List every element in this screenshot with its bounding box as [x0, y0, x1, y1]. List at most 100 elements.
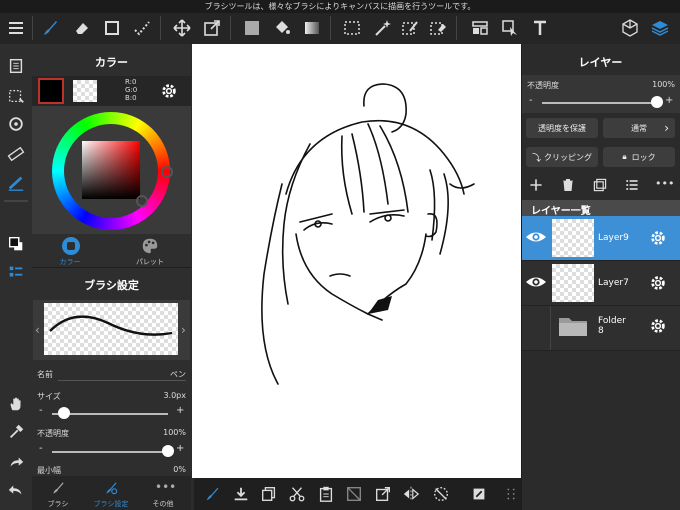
gradient-tool-icon[interactable]: [300, 15, 324, 41]
clipping-label: クリッピング: [544, 152, 592, 162]
snap-brush-icon[interactable]: [4, 171, 28, 195]
layer-opacity-decrease-button[interactable]: -: [529, 95, 533, 106]
select-eraser-icon[interactable]: [426, 15, 450, 41]
eye-visibility-icon[interactable]: [525, 273, 547, 291]
add-layer-icon[interactable]: [528, 177, 544, 193]
undo-icon[interactable]: [4, 478, 28, 502]
green-value: G:0: [125, 86, 138, 94]
transform-tool-icon[interactable]: [200, 15, 224, 41]
secondary-color-swatch[interactable]: [73, 80, 97, 102]
size-value: 3.0px: [163, 391, 186, 400]
brush-tab-icon[interactable]: [50, 480, 66, 496]
blend-mode-label: 通常: [631, 123, 647, 133]
redo-icon[interactable]: [4, 450, 28, 474]
copy-icon[interactable]: [256, 482, 282, 506]
select-layer-icon[interactable]: [498, 15, 522, 41]
brush-opacity-label: 不透明度: [37, 429, 69, 438]
transform-icon[interactable]: [370, 482, 396, 506]
dotted-brush-icon[interactable]: [130, 15, 154, 41]
selection-list-icon[interactable]: [4, 84, 28, 108]
brush-tab-label[interactable]: ブラシ: [38, 499, 78, 509]
layer-opacity-value: 100%: [652, 80, 675, 89]
cut-icon[interactable]: [284, 482, 310, 506]
move-tool-icon[interactable]: [170, 15, 194, 41]
brush-opacity-value: 100%: [163, 428, 186, 437]
select-pen-icon[interactable]: [398, 15, 422, 41]
prev-brush-chevron-icon[interactable]: ‹: [35, 323, 40, 337]
color-picker-knob[interactable]: [136, 195, 148, 207]
brush-tool-icon[interactable]: [38, 15, 62, 41]
page-icon[interactable]: [4, 54, 28, 78]
brush-opacity-slider-knob[interactable]: [162, 445, 174, 457]
layers-toggle-icon[interactable]: [648, 15, 672, 41]
brush-opacity-slider-track[interactable]: [52, 451, 168, 453]
opacity-increase-button[interactable]: +: [176, 443, 184, 454]
material-icon[interactable]: [618, 15, 642, 41]
folder-name: Folder 8: [598, 316, 626, 336]
blue-value: B:0: [125, 94, 137, 102]
eraser-tool-icon[interactable]: [70, 15, 94, 41]
layer-opacity-increase-button[interactable]: +: [665, 95, 673, 106]
next-brush-chevron-icon[interactable]: ›: [181, 323, 186, 337]
select-tool-icon[interactable]: [340, 15, 364, 41]
layer-list-menu-icon[interactable]: [624, 177, 640, 193]
magic-wand-icon[interactable]: [370, 15, 394, 41]
palette-tab-label[interactable]: パレット: [122, 257, 178, 267]
shape-tool-icon[interactable]: [100, 15, 124, 41]
layer-opacity-slider-knob[interactable]: [651, 96, 663, 108]
color-tab-icon[interactable]: [62, 237, 80, 255]
more-tab-icon[interactable]: •••: [155, 480, 176, 496]
ruler-icon[interactable]: [4, 142, 28, 166]
eyedropper-icon[interactable]: [4, 420, 28, 444]
color-swap-icon[interactable]: [4, 232, 28, 256]
rotate-icon[interactable]: [4, 112, 28, 136]
clear-icon[interactable]: [341, 482, 367, 506]
blend-mode-button[interactable]: 通常 ›: [603, 118, 675, 138]
layer-settings-gear-icon[interactable]: [649, 274, 667, 292]
layer-opacity-slider-track[interactable]: [542, 102, 657, 104]
divider: [550, 306, 551, 350]
text-tool-icon[interactable]: [528, 15, 552, 41]
hue-picker-knob[interactable]: [161, 166, 173, 178]
hand-tool-icon[interactable]: [4, 392, 28, 416]
brush-eraser-toggle-icon[interactable]: [200, 482, 226, 506]
eye-visibility-icon[interactable]: [525, 228, 547, 246]
duplicate-layer-icon[interactable]: [592, 177, 608, 193]
color-settings-gear-icon[interactable]: [160, 82, 178, 100]
clipping-button[interactable]: ⤵ クリッピング: [526, 147, 598, 167]
layer-settings-gear-icon[interactable]: [649, 229, 667, 247]
lock-button[interactable]: 🔒︎ ロック: [603, 147, 675, 167]
size-slider-knob[interactable]: [57, 407, 70, 419]
fill-color-icon[interactable]: [240, 15, 264, 41]
color-tab-label[interactable]: カラー: [42, 257, 98, 267]
layer-list-icon[interactable]: [4, 260, 28, 284]
size-decrease-button[interactable]: -: [39, 405, 43, 416]
menu-icon[interactable]: [4, 15, 28, 41]
saturation-value-square[interactable]: [82, 141, 140, 199]
primary-color-swatch[interactable]: [38, 78, 64, 104]
more-options-icon[interactable]: •••: [655, 178, 674, 191]
folder-settings-gear-icon[interactable]: [649, 317, 667, 335]
panel-layout-icon[interactable]: [468, 15, 492, 41]
download-icon[interactable]: [228, 482, 254, 506]
delete-layer-icon[interactable]: [560, 177, 576, 193]
size-increase-button[interactable]: +: [176, 405, 184, 416]
palette-tab-icon[interactable]: [141, 237, 159, 255]
paste-icon[interactable]: [313, 482, 339, 506]
flip-icon[interactable]: [398, 482, 424, 506]
bucket-tool-icon[interactable]: [270, 15, 294, 41]
layer-thumbnail: [552, 264, 594, 302]
brush-settings-tab-icon[interactable]: [103, 480, 119, 496]
other-tab-label[interactable]: その他: [143, 499, 183, 509]
brush-name-value[interactable]: ペン: [140, 369, 186, 380]
drawing-canvas[interactable]: [192, 44, 521, 478]
fill-layer-icon[interactable]: [466, 482, 492, 506]
min-width-value: 0%: [173, 465, 186, 474]
divider: [456, 16, 457, 40]
brush-settings-tab-label[interactable]: ブラシ設定: [88, 499, 134, 509]
divider: [32, 16, 33, 40]
deselect-icon[interactable]: [428, 482, 454, 506]
opacity-decrease-button[interactable]: -: [39, 443, 43, 454]
protect-alpha-button[interactable]: 透明度を保護: [526, 118, 598, 138]
layer-panel-title: レイヤー: [578, 56, 623, 69]
